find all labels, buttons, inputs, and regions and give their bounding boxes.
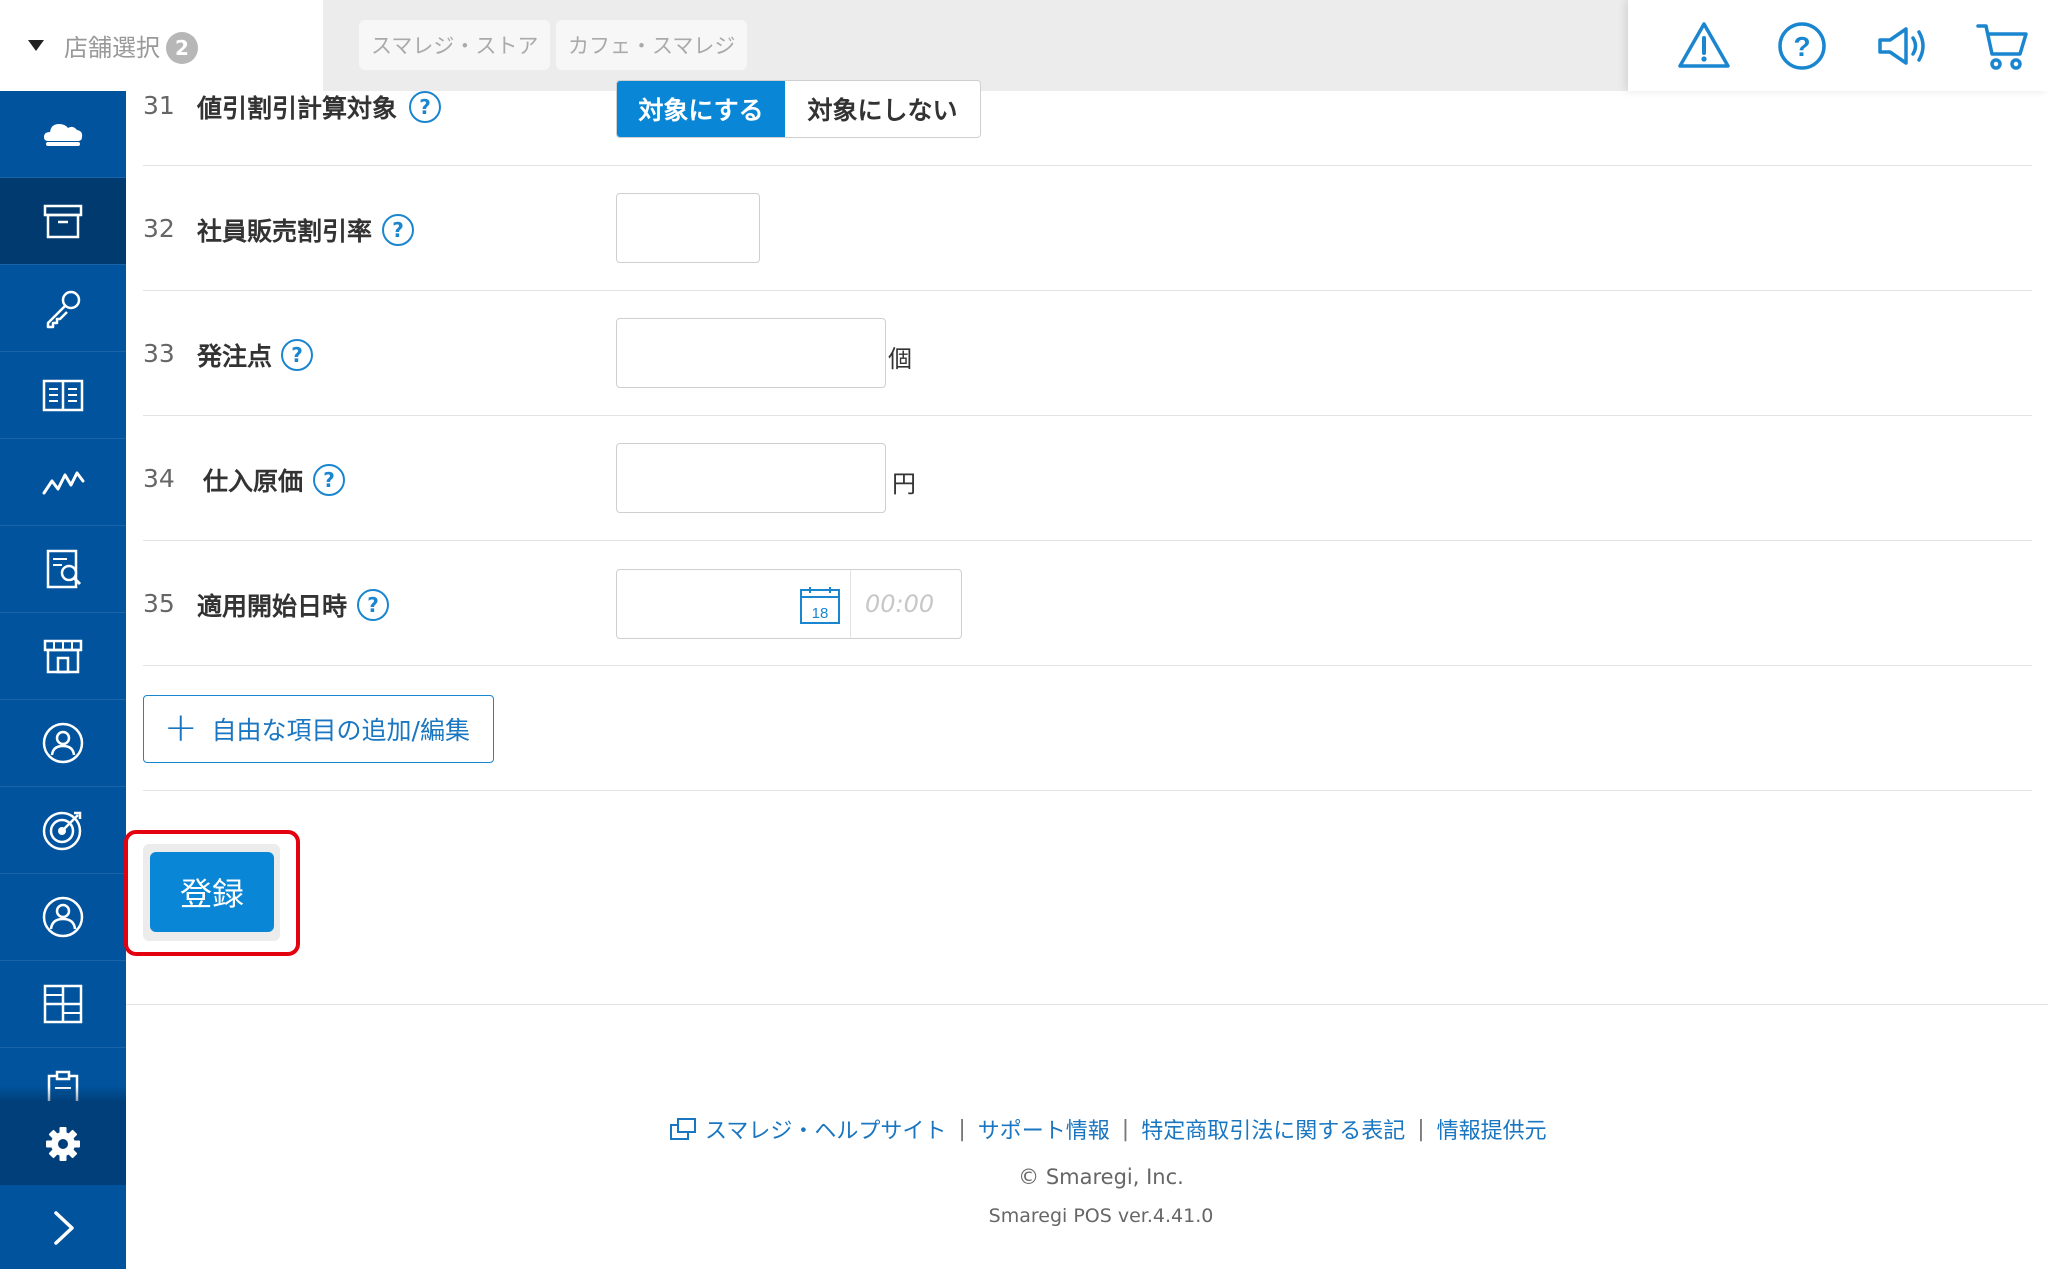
- footer-link-support[interactable]: サポート情報: [978, 1113, 1110, 1145]
- help-icon[interactable]: ?: [281, 339, 313, 371]
- divider: [143, 790, 2032, 791]
- target-icon: [42, 811, 82, 851]
- row-number: 33: [143, 339, 175, 368]
- add-custom-field-label: 自由な項目の追加/編集: [211, 716, 470, 745]
- reorder-point-input[interactable]: [616, 318, 886, 388]
- sidebar-item-reports[interactable]: [0, 526, 126, 612]
- sidebar-item-book[interactable]: [0, 352, 126, 438]
- store-icon: [43, 639, 83, 674]
- toggle-option-not-apply[interactable]: 対象にしない: [785, 81, 980, 137]
- sidebar-item-cloud[interactable]: [0, 91, 126, 177]
- row-number: 34: [143, 464, 175, 493]
- form-row-33: 33 発注点 ? 個: [143, 291, 2032, 416]
- form-row-34: 34 仕入原価 ? 円: [143, 416, 2032, 541]
- date-time-separator: [850, 570, 851, 638]
- sidebar-item-target[interactable]: [0, 787, 126, 873]
- chart-line-icon: [42, 471, 85, 495]
- calendar-icon[interactable]: 18: [799, 585, 841, 625]
- footer-separator: |: [1121, 1116, 1130, 1142]
- help-icon[interactable]: ?: [409, 91, 441, 123]
- form-row-31: 31 値引割引計算対象 ?: [143, 41, 2032, 166]
- unit-label: 個: [888, 345, 912, 373]
- content-footer-divider: [126, 1004, 2048, 1005]
- sidebar-item-analytics[interactable]: [0, 439, 126, 525]
- employee-discount-rate-input[interactable]: [616, 193, 760, 263]
- cost-price-input[interactable]: [616, 443, 886, 513]
- footer-link-help-site[interactable]: スマレジ・ヘルプサイト: [705, 1113, 946, 1145]
- report-icon: [46, 549, 82, 589]
- cloud-icon: [44, 124, 83, 146]
- sidebar-item-store[interactable]: [0, 613, 126, 699]
- row-number: 31: [143, 91, 175, 120]
- svg-text:18: 18: [812, 605, 829, 622]
- row-number: 32: [143, 214, 175, 243]
- footer-separator: |: [1417, 1116, 1425, 1142]
- row-number: 35: [143, 589, 175, 618]
- sidebar-item-user[interactable]: [0, 874, 126, 960]
- row-label: 発注点: [197, 342, 273, 371]
- help-icon[interactable]: ?: [382, 214, 414, 246]
- book-icon: [42, 379, 84, 412]
- time-placeholder[interactable]: 00:00: [865, 590, 934, 618]
- sidebar-item-products[interactable]: [0, 178, 126, 264]
- caret-down-icon: [28, 40, 44, 51]
- toggle-option-apply[interactable]: 対象にする: [617, 81, 785, 137]
- help-icon[interactable]: ?: [357, 589, 389, 621]
- form-row-35: 35 適用開始日時 ?: [143, 541, 2032, 666]
- sidebar-expand-button[interactable]: [0, 1185, 126, 1269]
- row-label: 社員販売割引率: [197, 217, 373, 246]
- unit-label: 円: [892, 470, 916, 498]
- footer-links: スマレジ・ヘルプサイト | サポート情報 | 特定商取引法に関する表記 | 情報…: [0, 1113, 2048, 1145]
- sidebar-scroll-shadow: [0, 1086, 126, 1102]
- sidebar-item-key[interactable]: [0, 265, 126, 351]
- form-row-32: 32 社員販売割引率 ?: [143, 166, 2032, 291]
- discount-calc-toggle: 対象にする 対象にしない: [616, 80, 981, 138]
- sidebar-item-apps[interactable]: [0, 961, 126, 1047]
- key-icon: [46, 290, 81, 329]
- user-icon: [42, 896, 84, 938]
- box-icon: [43, 204, 83, 239]
- footer-separator: |: [958, 1116, 966, 1142]
- grid-icon: [43, 984, 83, 1024]
- sidebar: [0, 91, 126, 1269]
- version-text: Smaregi POS ver.4.41.0: [988, 1205, 1214, 1227]
- footer-link-info-source[interactable]: 情報提供元: [1437, 1113, 1547, 1145]
- row-label: 仕入原価: [203, 467, 304, 496]
- footer-link-legal[interactable]: 特定商取引法に関する表記: [1141, 1113, 1405, 1145]
- add-custom-field-button[interactable]: + 自由な項目の追加/編集: [143, 695, 494, 763]
- help-icon[interactable]: ?: [313, 464, 345, 496]
- row-label: 適用開始日時: [197, 592, 348, 621]
- highlight-box: [124, 830, 300, 956]
- chevron-right-icon: [54, 1211, 74, 1245]
- customer-icon: [42, 722, 84, 764]
- external-window-icon: [670, 1118, 696, 1140]
- row-label: 値引割引計算対象: [197, 94, 398, 123]
- sidebar-item-customers[interactable]: [0, 700, 126, 786]
- plus-icon: +: [164, 704, 198, 751]
- start-datetime-field[interactable]: 18 00:00: [616, 569, 962, 639]
- copyright: © Smaregi, Inc.: [1018, 1165, 1184, 1189]
